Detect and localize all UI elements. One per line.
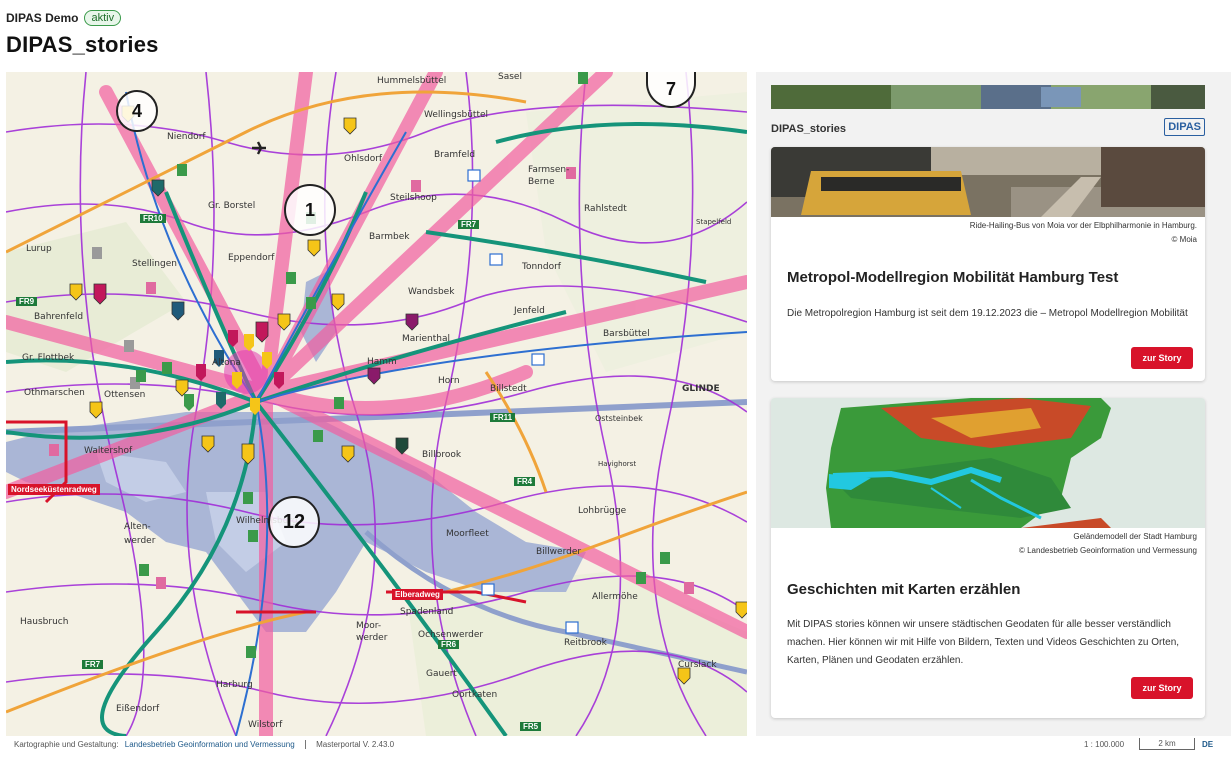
map-label: Tonndorf [522,262,561,272]
map-label: Niendorf [167,132,206,142]
map-label: Sasel [498,72,522,82]
brand-title: DIPAS_stories [771,123,846,135]
map-label: Stapelfeld [696,218,732,226]
story-card[interactable]: Ride-Hailing-Bus von Moia vor der Elbphi… [771,147,1205,381]
map-view[interactable]: Hummelsbüttel Niendorf Wellingsbüttel Oh… [6,72,747,736]
map-label: Jenfeld [514,306,545,316]
map-label: Eppendorf [228,253,275,263]
freeway-tag: FR4 [514,477,536,486]
map-label: Othmarschen [24,388,85,398]
story-image [771,398,1205,528]
map-label: Billwerder [536,547,582,557]
map-label: Bramfeld [434,150,476,160]
map-label: Lohbrügge [578,506,627,516]
map-label: Barmbek [369,232,410,242]
map-label: Steilshoop [390,193,437,203]
map-label: Wandsbek [408,287,455,297]
map-label: Stellingen [132,259,177,269]
map-label: Lurup [26,244,52,254]
image-caption: Ride-Hailing-Bus von Moia vor der Elbphi… [969,221,1197,230]
dipas-logo: DIPAS [1164,118,1205,136]
map-label: Bahrenfeld [34,312,84,322]
map-footer: Kartographie und Gestaltung: Landesbetri… [0,736,1231,767]
map-label: Farmsen-Berne [528,165,570,187]
language-switch[interactable]: DE [1202,740,1213,749]
page-title: DIPAS_stories [6,32,159,57]
map-label: Allermöhe [592,592,638,602]
map-label: Spadenland [400,607,454,617]
map-label: Altona [212,358,241,368]
map-label: Billbrook [422,450,462,460]
cluster-marker[interactable]: 4 [116,90,158,132]
image-credit: © Moia [1171,235,1197,244]
cluster-marker[interactable]: 1 [284,184,336,236]
freeway-tag: FR6 [438,640,460,649]
scale-bar: 2 km [1139,738,1195,750]
map-label: Waltershof [84,446,133,456]
image-caption: Geländemodell der Stadt Hamburg [1073,532,1197,541]
map-label: Eißendorf [116,704,160,714]
freeway-tag: FR10 [140,214,166,223]
freeway-tag: FR7 [458,220,480,229]
freeway-tag: FR9 [16,297,38,306]
map-label: Oststeinbek [595,414,643,423]
map-label: Alten-werder [124,522,156,546]
zur-story-button[interactable]: zur Story [1131,347,1193,369]
breadcrumb: DIPAS Demo aktiv [6,8,159,28]
map-label: Moorfleet [446,529,489,539]
route-tag-nordseekuestenradweg[interactable]: Nordseeküstenradweg [8,484,100,495]
scale-text: 1 : 100.000 [1084,740,1125,749]
brand-row: DIPAS_stories DIPAS [771,109,1205,147]
story-sidebar[interactable]: DIPAS_stories DIPAS Ride-Hailing-Bus von… [756,72,1231,736]
map-label: Gr. Borstel [208,201,256,211]
divider [304,740,306,750]
freeway-tag: FR11 [490,413,516,422]
map-label: Gauert [426,669,457,679]
map-label: Ohlsdorf [344,154,383,164]
map-label: Barsbüttel [603,329,650,339]
zur-story-button[interactable]: zur Story [1131,677,1193,699]
map-label: Horn [438,376,460,386]
map-label: Oortkaten [452,690,498,700]
freeway-tag: FR5 [520,722,542,731]
map-label: Ochsenwerder [418,630,484,640]
map-label: Gr. Flottbek [22,353,75,363]
map-label: Wellingsbüttel [424,110,489,120]
credit-prefix: Kartographie und Gestaltung: [14,740,119,749]
map-label: Hamm [367,357,397,367]
freeway-tag: FR7 [82,660,104,669]
route-tag-elberadweg[interactable]: Elberadweg [392,589,443,600]
app-root: DIPAS Demo aktiv DIPAS_stories Hummelsbü… [0,0,1231,767]
map-label: Marienthal [402,334,450,344]
map-label: Billstedt [490,384,527,394]
cluster-marker[interactable]: 12 [268,496,320,548]
story-description: Mit DIPAS stories können wir unsere städ… [787,619,1180,666]
map-label: Hummelsbüttel [377,76,447,86]
status-badge: aktiv [84,10,122,26]
version-text: Masterportal V. 2.43.0 [316,740,395,749]
map-label: Harburg [216,680,253,690]
map-label: GLINDE [682,384,720,394]
map-label: Wilstorf [248,720,283,730]
map-label: Ottensen [104,390,146,400]
image-credit: © Landesbetrieb Geoinformation und Verme… [1018,546,1197,555]
page-header: DIPAS Demo aktiv DIPAS_stories [6,8,159,58]
story-image [771,147,1205,217]
map-label: Curslack [678,660,717,670]
story-title: Geschichten mit Karten erzählen [787,581,1021,598]
story-title: Metropol-Modellregion Mobilität Hamburg … [787,269,1119,286]
credit-link[interactable]: Landesbetrieb Geoinformation und Vermess… [125,740,295,749]
map-label: Moor-werder [356,621,388,643]
map-label: Reitbrook [564,638,607,648]
map-label: Havighorst [598,460,637,468]
story-description: Die Metropolregion Hamburg ist seit dem … [787,308,1188,319]
map-label: Hausbruch [20,617,69,627]
footer-credits: Kartographie und Gestaltung: Landesbetri… [14,740,395,750]
story-card[interactable]: Geländemodell der Stadt Hamburg © Landes… [771,398,1205,718]
map-label: Rahlstedt [584,204,627,214]
banner-image [771,85,1205,109]
app-name[interactable]: DIPAS Demo [6,11,78,25]
